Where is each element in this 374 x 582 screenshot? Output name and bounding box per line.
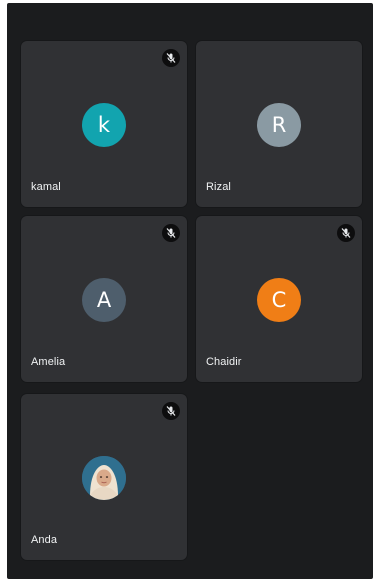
mic-off-icon [162, 402, 180, 420]
participant-tile-anda[interactable]: Anda [21, 394, 187, 560]
participant-name: Chaidir [206, 356, 242, 368]
avatar-photo [82, 456, 126, 500]
participant-name: kamal [31, 181, 61, 193]
participant-name: Amelia [31, 356, 66, 368]
participant-name: Rizal [206, 181, 231, 193]
avatar: R [257, 103, 301, 147]
mic-off-icon [162, 49, 180, 67]
avatar: k [82, 103, 126, 147]
participant-tile-kamal[interactable]: k kamal [21, 41, 187, 207]
avatar: C [257, 278, 301, 322]
participant-tile-rizal[interactable]: R Rizal [196, 41, 362, 207]
mic-off-icon [337, 224, 355, 242]
participant-name: Anda [31, 534, 58, 546]
avatar: A [82, 278, 126, 322]
participant-tile-amelia[interactable]: A Amelia [21, 216, 187, 382]
video-call-screen: k kamal R Rizal A Amelia C Chaidir Anda [7, 3, 373, 579]
participant-tile-chaidir[interactable]: C Chaidir [196, 216, 362, 382]
mic-off-icon [162, 224, 180, 242]
